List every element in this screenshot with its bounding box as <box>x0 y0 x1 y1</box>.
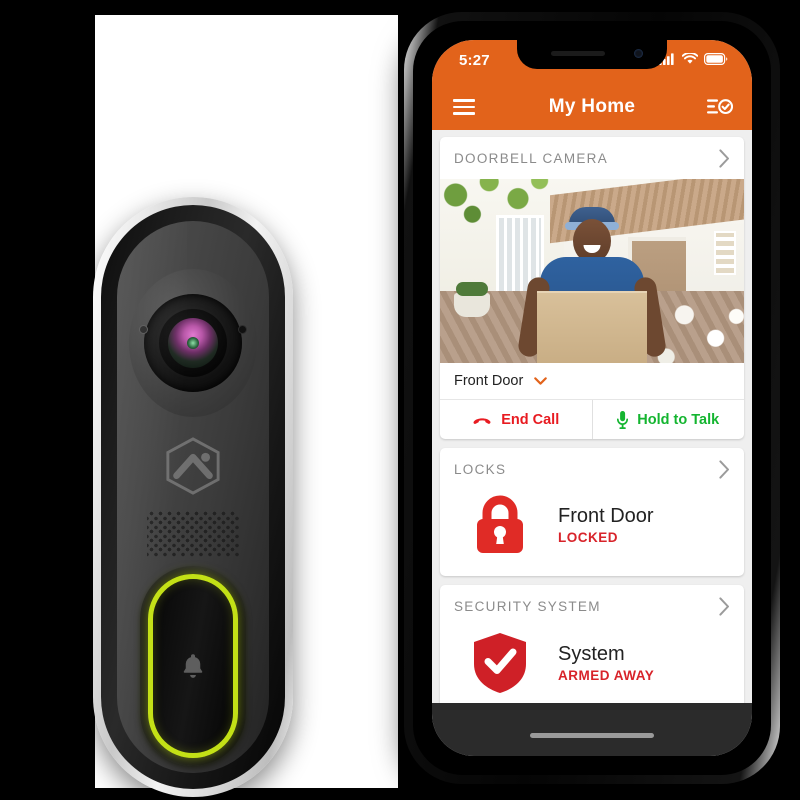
phone-hangup-icon <box>473 417 491 424</box>
security-device-text: System ARMED AWAY <box>558 643 654 683</box>
tasks-check-icon[interactable] <box>707 97 733 117</box>
camera-lens-glass <box>168 318 218 368</box>
home-indicator-bar[interactable] <box>530 733 654 738</box>
camera-live-feed[interactable] <box>440 179 744 363</box>
hamburger-menu-icon[interactable] <box>453 99 475 115</box>
app-content: DOORBELL CAMERA Front Door End Call Hold… <box>432 130 752 715</box>
card-title: SECURITY SYSTEM <box>454 599 601 614</box>
scene-root: 5:27 My Home DOORBELL CAMERA Front Door … <box>0 0 800 800</box>
doorbell-camera-pod <box>129 269 257 417</box>
page-title: My Home <box>548 96 636 117</box>
doorbell-button[interactable] <box>140 566 246 766</box>
home-indicator-area <box>432 703 752 756</box>
wifi-icon <box>682 53 698 64</box>
lock-device-state: LOCKED <box>558 530 618 545</box>
end-call-label: End Call <box>501 411 560 428</box>
battery-full-icon <box>704 53 728 65</box>
front-camera-icon <box>634 49 643 58</box>
feed-window-right <box>714 231 736 275</box>
security-device-row[interactable]: System ARMED AWAY <box>440 627 744 715</box>
person-package-box <box>537 291 647 363</box>
camera-lens-outer <box>144 294 242 392</box>
card-header-doorbell-camera[interactable]: DOORBELL CAMERA <box>440 137 744 179</box>
end-call-button[interactable]: End Call <box>440 400 593 439</box>
shield-icon-wrap <box>452 631 548 695</box>
doorbell-faceplate <box>117 221 269 773</box>
camera-name-label: Front Door <box>454 373 524 389</box>
chevron-right-icon <box>719 597 729 616</box>
microphone-icon <box>617 410 629 429</box>
smartphone-mockup: 5:27 My Home DOORBELL CAMERA Front Door … <box>404 12 780 784</box>
camera-lens-barrel <box>159 309 227 377</box>
speaker-grille-offset <box>147 513 239 558</box>
card-header-locks[interactable]: LOCKS <box>440 448 744 490</box>
security-device-name: System <box>558 643 625 665</box>
doorbell-button-led-ring <box>148 574 238 758</box>
chevron-right-icon <box>719 460 729 479</box>
ir-led-sensor-icon <box>238 325 247 334</box>
hold-to-talk-label: Hold to Talk <box>637 411 720 428</box>
phone-notch <box>517 40 667 69</box>
lock-device-row[interactable]: Front Door LOCKED <box>440 490 744 576</box>
two-way-audio-controls: End Call Hold to Talk <box>440 400 744 439</box>
lock-icon-wrap <box>452 494 548 556</box>
hold-to-talk-button[interactable]: Hold to Talk <box>593 400 745 439</box>
chevron-down-icon <box>534 376 548 385</box>
card-title: DOORBELL CAMERA <box>454 151 609 166</box>
chevron-right-icon <box>719 149 729 168</box>
status-bar-indicators <box>659 53 728 65</box>
video-doorbell-device <box>93 197 293 797</box>
feed-planter-pot <box>454 282 490 317</box>
doorbell-outer-trim <box>93 197 293 797</box>
card-title: LOCKS <box>454 462 507 477</box>
status-bar-clock: 5:27 <box>459 52 490 69</box>
alarm-dot-com-hexagon-logo <box>166 437 220 495</box>
lock-device-text: Front Door LOCKED <box>558 505 654 545</box>
phone-inner-bezel: 5:27 My Home DOORBELL CAMERA Front Door … <box>413 21 771 775</box>
ambient-light-sensor-icon <box>139 325 148 334</box>
bell-icon <box>183 654 203 678</box>
app-nav-bar: My Home <box>432 84 752 130</box>
card-locks: LOCKS Front Door LOCKED <box>440 448 744 576</box>
doorbell-bezel <box>101 205 285 789</box>
feed-delivery-person <box>516 203 668 363</box>
security-device-state: ARMED AWAY <box>558 668 655 683</box>
status-bar: 5:27 <box>432 40 752 84</box>
padlock-locked-icon <box>477 495 523 553</box>
shield-check-icon <box>474 633 526 693</box>
lock-device-name: Front Door <box>558 505 654 527</box>
card-doorbell-camera: DOORBELL CAMERA Front Door End Call Hold… <box>440 137 744 439</box>
earpiece-speaker <box>551 51 605 56</box>
phone-screen: 5:27 My Home DOORBELL CAMERA Front Door … <box>432 40 752 756</box>
camera-selector[interactable]: Front Door <box>440 363 744 400</box>
card-security-system: SECURITY SYSTEM System ARMED AWAY <box>440 585 744 715</box>
card-header-security-system[interactable]: SECURITY SYSTEM <box>440 585 744 627</box>
